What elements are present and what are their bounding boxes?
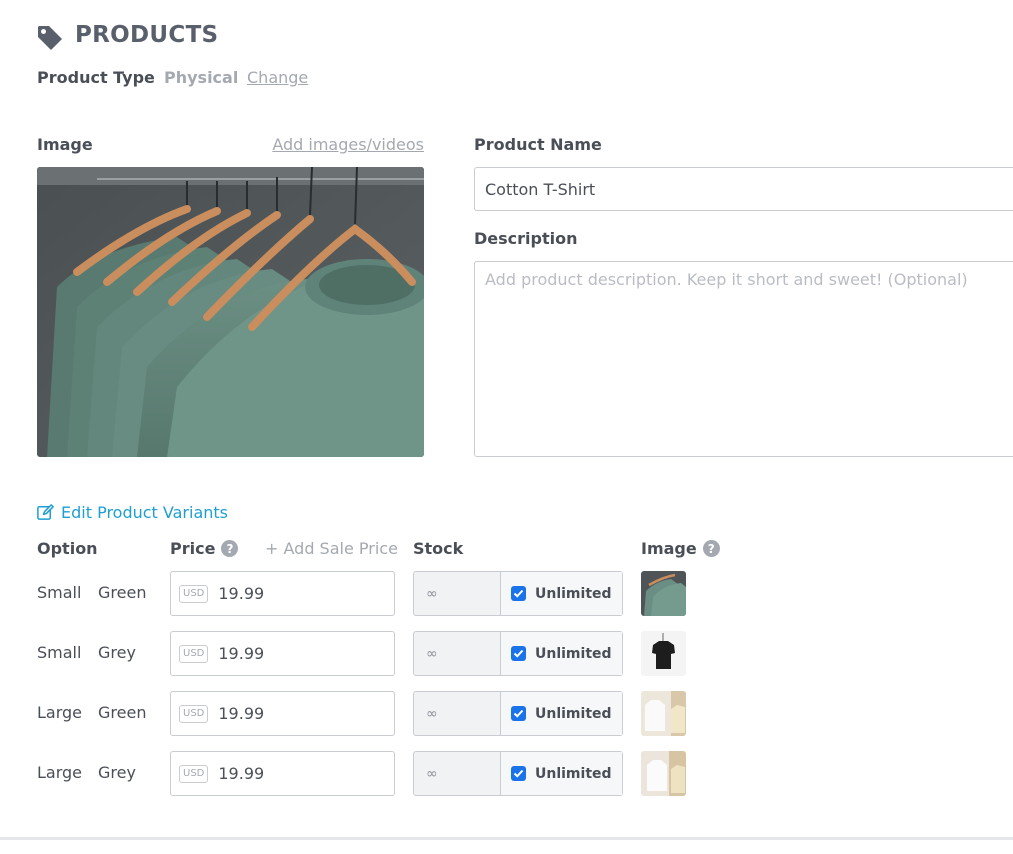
variant-image-thumbnail[interactable] [641,691,686,736]
change-product-type-link[interactable]: Change [247,68,308,87]
image-label: Image [37,135,93,154]
unlimited-toggle[interactable]: Unlimited [501,632,622,675]
stock-input[interactable]: ∞ [414,632,501,675]
variant-row: Small Green USD 19.99 ∞ Unlimited [0,571,1013,617]
product-name-input[interactable] [474,167,1013,211]
variant-row: Large Green USD 19.99 ∞ Unlimited [0,691,1013,737]
help-icon[interactable]: ? [702,540,720,557]
variant-size: Large [37,703,83,722]
unlimited-checkbox[interactable] [511,646,526,661]
page-title: PRODUCTS [75,22,219,48]
help-icon[interactable]: ? [221,540,239,557]
unlimited-toggle[interactable]: Unlimited [501,692,622,735]
stock-field: ∞ Unlimited [413,571,623,616]
variant-color: Green [98,703,147,722]
add-sale-price-link[interactable]: + Add Sale Price [265,539,398,558]
variant-image-thumbnail[interactable] [641,751,686,796]
edit-product-variants-link[interactable]: Edit Product Variants [36,503,228,522]
option-column-header: Option [37,539,98,558]
variant-color: Grey [98,763,136,782]
price-value: 19.99 [218,704,265,723]
unlimited-toggle[interactable]: Unlimited [501,752,622,795]
currency-badge: USD [179,704,209,723]
product-type-value: Physical [164,68,239,87]
product-name-label: Product Name [474,135,602,154]
unlimited-toggle[interactable]: Unlimited [501,572,622,615]
unlimited-label: Unlimited [535,705,612,722]
variant-row: Large Grey USD 19.99 ∞ Unlimited [0,751,1013,797]
stock-input[interactable]: ∞ [414,692,501,735]
variant-size: Large [37,763,83,782]
stock-field: ∞ Unlimited [413,691,623,736]
price-column-header: Price ? [170,539,239,558]
currency-badge: USD [179,644,209,663]
variant-color: Green [98,583,147,602]
unlimited-checkbox[interactable] [511,706,526,721]
variant-size: Small [37,583,82,602]
unlimited-label: Unlimited [535,585,612,602]
currency-badge: USD [179,584,209,603]
unlimited-checkbox[interactable] [511,586,526,601]
currency-badge: USD [179,764,209,783]
variant-size: Small [37,643,82,662]
variant-row: Small Grey USD 19.99 ∞ Unlimited [0,631,1013,677]
product-type-label: Product Type [37,68,155,87]
description-input[interactable] [474,261,1013,457]
stock-column-header: Stock [413,539,464,558]
price-input[interactable]: USD 19.99 [170,631,395,676]
stock-input[interactable]: ∞ [414,572,501,615]
stock-field: ∞ Unlimited [413,631,623,676]
price-input[interactable]: USD 19.99 [170,691,395,736]
price-input[interactable]: USD 19.99 [170,571,395,616]
price-value: 19.99 [218,764,265,783]
edit-icon [37,504,54,520]
stock-field: ∞ Unlimited [413,751,623,796]
section-divider [0,837,1013,840]
product-main-image[interactable] [37,167,424,457]
unlimited-label: Unlimited [535,645,612,662]
variant-image-thumbnail[interactable] [641,631,686,676]
variant-color: Grey [98,643,136,662]
price-value: 19.99 [218,644,265,663]
variant-image-thumbnail[interactable] [641,571,686,616]
image-column-header: Image ? [641,539,720,558]
price-input[interactable]: USD 19.99 [170,751,395,796]
price-value: 19.99 [218,584,265,603]
stock-input[interactable]: ∞ [414,752,501,795]
add-images-videos-link[interactable]: Add images/videos [272,135,424,154]
description-label: Description [474,229,578,248]
unlimited-label: Unlimited [535,765,612,782]
tag-icon [38,26,62,50]
edit-product-variants-label: Edit Product Variants [61,503,228,522]
unlimited-checkbox[interactable] [511,766,526,781]
